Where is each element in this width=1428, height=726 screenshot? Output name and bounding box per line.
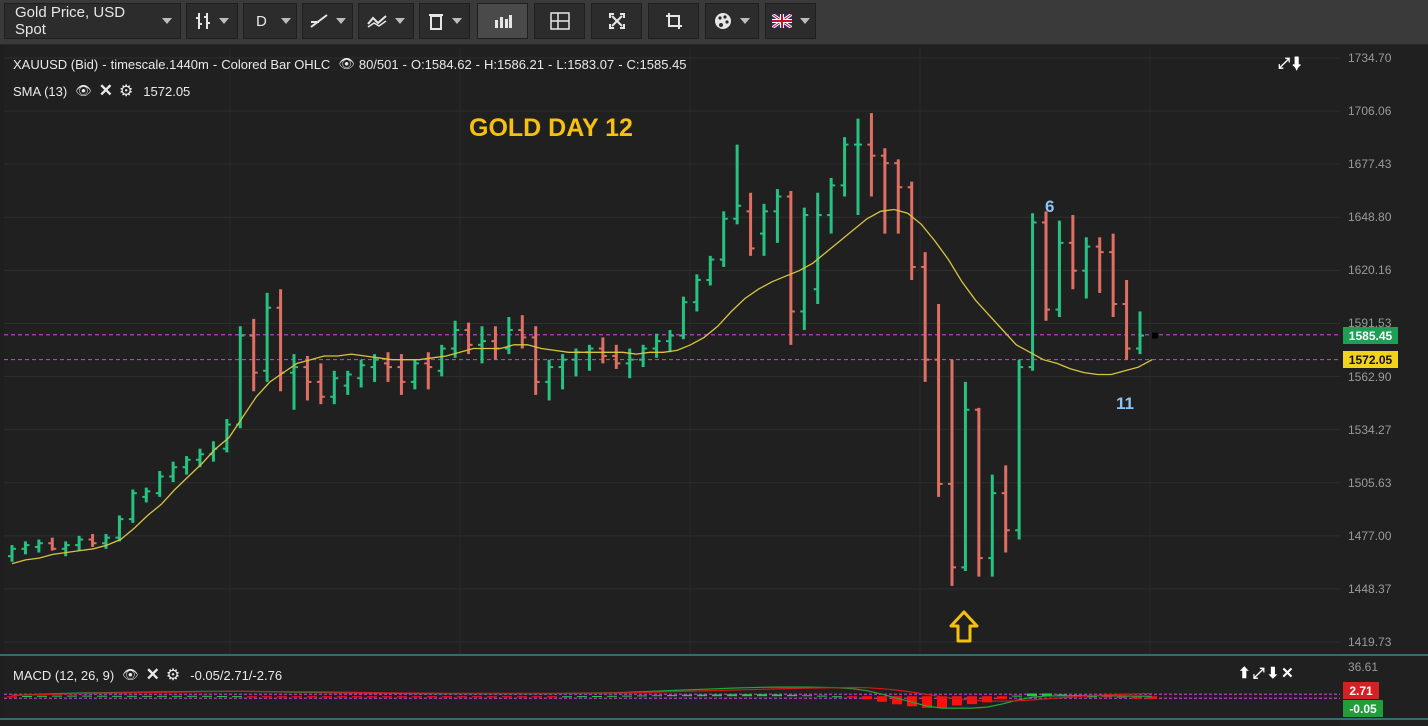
crop-button[interactable] [648,3,699,39]
eye-icon[interactable]: 👁 [122,667,139,683]
expand-icon[interactable]: ⤢ [1253,665,1267,682]
uk-flag-icon [771,14,792,28]
gear-icon[interactable]: ⚙ [166,665,180,685]
price-pane[interactable] [4,46,1340,654]
bars-count: 80/501 [358,56,399,72]
expand-icon[interactable]: ⤢ [1278,55,1292,72]
pane-controls: ⤢⬇ [1278,55,1303,72]
line-draw-icon [309,14,328,28]
sma-price-tag: 1572.05 [1343,351,1398,368]
layout-grid-icon [549,12,570,30]
arrow-up-icon[interactable]: ⬆ [1238,665,1253,682]
volume-bars-icon [494,15,512,28]
gear-icon[interactable]: ⚙ [119,81,133,101]
chevron-down-icon [219,18,229,24]
bar-type-button[interactable] [186,3,238,39]
chevron-down-icon [799,18,810,24]
crop-icon [665,13,682,29]
chevron-down-icon [280,18,291,24]
macd-values: -0.05/2.71/-2.76 [190,667,283,683]
indicators-button[interactable] [358,3,414,39]
chevron-down-icon [162,18,172,24]
macd-header: MACD (12, 26, 9) 👁 ✕ ⚙ -0.05/2.71/-2.76 [13,665,286,685]
price-tick-label: 1648.80 [1348,210,1392,225]
chevron-down-icon [451,18,462,24]
macd-signal-tag: 2.71 [1343,682,1379,699]
theme-button[interactable] [705,3,759,39]
macd-axis-top: 36.61 [1348,660,1379,674]
period-label: D [256,12,267,30]
price-tick-label: 1505.63 [1348,475,1392,490]
chevron-down-icon [395,18,405,24]
fullscreen-icon [608,13,625,29]
high-value: H:1586.21 [484,56,545,72]
palette-icon [715,13,731,29]
close-icon[interactable]: ✕ [1281,665,1296,682]
timescale-text: timescale.1440m [110,56,209,72]
price-axis[interactable] [1340,46,1428,726]
sma-label: SMA (13) [13,83,68,99]
chevron-down-icon [740,18,750,24]
price-tick-label: 1677.43 [1348,157,1392,172]
toolbar: Gold Price, USD Spot D [0,0,1428,45]
price-tick-label: 1477.00 [1348,528,1392,543]
price-tick-label: 1734.70 [1348,51,1392,65]
layout-button[interactable] [534,3,585,39]
symbol-text: XAUUSD (Bid) [13,56,99,72]
period-select[interactable]: D [243,3,297,39]
price-tick-label: 1419.73 [1348,635,1392,649]
price-tick-label: 1448.37 [1348,581,1392,596]
close-value: C:1585.45 [626,56,687,72]
chevron-down-icon [335,18,346,24]
candle-bars-icon [196,13,210,29]
volume-toggle-button[interactable] [477,3,528,39]
symbol-label: Gold Price, USD Spot [15,4,126,38]
chart-header: XAUUSD (Bid) - timescale.1440m - Colored… [13,56,687,72]
arrow-down-icon[interactable]: ⬇ [1292,55,1303,72]
last-price-tag: 1585.45 [1343,327,1398,344]
wave-label-11: 11 [1116,394,1134,413]
close-icon[interactable]: ✕ [99,81,113,101]
trash-icon [428,14,443,30]
sma-value: 1572.05 [143,83,191,99]
chart-annotation-title: GOLD DAY 12 [469,114,633,142]
price-tick-label: 1562.90 [1348,369,1392,384]
delete-drawings-button[interactable] [419,3,470,39]
close-icon[interactable]: ✕ [146,665,160,685]
indicators-icon [367,15,387,28]
macd-label: MACD (12, 26, 9) [13,667,115,683]
open-value: O:1584.62 [410,56,472,72]
style-text: Colored Bar OHLC [221,56,331,72]
price-tick-label: 1620.16 [1348,263,1392,278]
symbol-select[interactable]: Gold Price, USD Spot [4,3,181,39]
price-tick-label: 1706.06 [1348,104,1392,119]
arrow-down-icon[interactable]: ⬇ [1267,665,1282,682]
price-tick-label: 1534.27 [1348,422,1392,437]
wave-label-6: 6 [1045,197,1055,216]
eye-icon[interactable]: 👁 [75,83,92,99]
draw-tools-button[interactable] [302,3,353,39]
sma-header: SMA (13) 👁 ✕ ⚙ 1572.05 [13,81,194,101]
fullscreen-button[interactable] [591,3,642,39]
low-value: L:1583.07 [556,56,615,72]
eye-icon[interactable]: 👁 [338,56,355,72]
macd-pane-controls: ⬆⤢⬇✕ [1238,664,1296,682]
macd-hist-tag: -0.05 [1343,700,1383,717]
language-button[interactable] [765,3,816,39]
